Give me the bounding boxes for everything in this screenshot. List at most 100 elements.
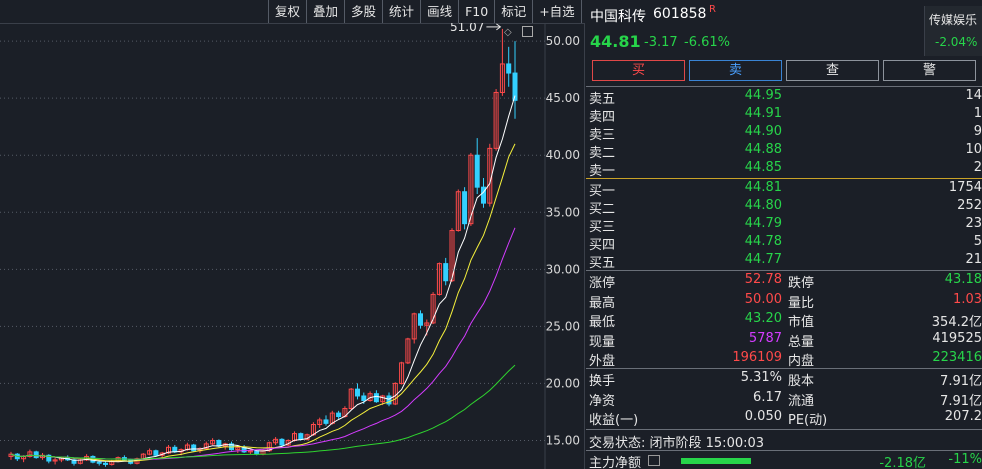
stat-value: 0.050	[744, 409, 782, 424]
level-volume: 2	[973, 160, 982, 175]
main-flow-label: 主力净额	[589, 456, 642, 469]
window-toggle-icon[interactable]	[522, 26, 533, 37]
y-tick-label: 20.00	[546, 376, 580, 390]
candle-body	[418, 313, 423, 326]
level-volume: 21	[965, 252, 982, 267]
candle-body	[279, 438, 285, 446]
candle-body	[298, 433, 304, 440]
stat-value: 5.31%	[740, 370, 782, 385]
stat-value: 5787	[748, 330, 782, 346]
y-tick-label: 40.00	[546, 148, 580, 162]
candle-body	[323, 419, 329, 424]
bid-row[interactable]: 买三 44.79 23	[586, 216, 982, 235]
ask-row[interactable]: 卖三 44.90 9	[586, 124, 982, 143]
stat-value: 43.18	[944, 272, 982, 287]
toolbar-button[interactable]: 复权	[268, 0, 306, 23]
level-label: 卖三	[589, 128, 616, 143]
level-price: 44.80	[744, 198, 782, 213]
stat-value: 207.2	[944, 409, 982, 424]
bid-row[interactable]: 买五 44.77 21	[586, 252, 982, 271]
ask-row[interactable]: 卖五 44.95 14	[586, 88, 982, 107]
stat-label: 流通	[788, 393, 815, 409]
stat-row: 涨停 52.78 跌停 43.18	[586, 272, 982, 291]
query-button[interactable]: 查	[786, 60, 879, 81]
level-price: 44.90	[744, 124, 782, 139]
stat-row: 换手 5.31% 股本 7.91亿	[586, 370, 982, 389]
margin-flag: R	[709, 4, 716, 15]
kline-chart[interactable]: 50.00 45.00 40.00 35.00 30.00 25.00 20.00 15.00…	[0, 0, 619, 469]
stat-label: 市值	[788, 315, 815, 330]
level-label: 卖一	[589, 164, 616, 179]
stat-label: 外盘	[589, 354, 616, 369]
candle-body	[96, 461, 102, 464]
divider	[586, 86, 982, 87]
y-tick-label: 25.00	[546, 319, 580, 333]
divider	[586, 429, 982, 430]
y-tick-label: 35.00	[546, 205, 580, 219]
toolbar-button[interactable]: 多股	[344, 0, 382, 23]
main-flow-pct: -11%	[948, 452, 982, 467]
level-price: 44.85	[744, 160, 782, 175]
ask-row[interactable]: 卖二 44.88 10	[586, 142, 982, 161]
y-tick-label: 30.00	[546, 262, 580, 276]
stat-value: 223416	[932, 350, 982, 365]
flow-chart-icon[interactable]	[648, 455, 660, 466]
sell-button[interactable]: 卖	[689, 60, 782, 81]
ma60-line	[10, 364, 516, 460]
candle-body	[336, 412, 342, 418]
toolbar-button[interactable]: F10	[458, 0, 494, 23]
stat-label: 最低	[589, 315, 616, 330]
stock-header: 中国科传 601858 R 44.81 -3.17 -6.61% 传媒娱乐 -2…	[586, 0, 982, 56]
kline-svg[interactable]: 50.00 45.00 40.00 35.00 30.00 25.00 20.00 15.00…	[0, 0, 585, 469]
toolbar-button[interactable]: 统计	[382, 0, 420, 23]
main-flow-value: -2.18亿	[879, 456, 926, 469]
stat-label: 涨停	[589, 276, 616, 291]
candle-body	[361, 395, 367, 402]
candle-body	[506, 63, 512, 74]
divider	[586, 270, 982, 271]
level-label: 买三	[589, 220, 616, 235]
main-net-flow[interactable]: 主力净额 -2.18亿 -11%	[586, 452, 982, 469]
level-price: 44.79	[744, 216, 782, 231]
stat-row: 净资 6.17 流通 7.91亿	[586, 390, 982, 409]
toolbar-button[interactable]: 叠加	[306, 0, 344, 23]
stat-value: 354.2亿	[931, 315, 982, 330]
alert-button[interactable]: 警	[883, 60, 976, 81]
y-tick-label: 45.00	[546, 91, 580, 105]
stat-label: 收益(一)	[589, 413, 639, 428]
trade-state: 交易状态: 闭市阶段 15:00:03	[589, 436, 765, 451]
quote-panel: 中国科传 601858 R 44.81 -3.17 -6.61% 传媒娱乐 -2…	[586, 0, 982, 469]
level-volume: 9	[973, 124, 982, 139]
level-volume: 1	[973, 106, 982, 121]
level-price: 44.88	[744, 142, 782, 157]
candle-body	[373, 393, 379, 403]
sector-name: 传媒娱乐	[929, 13, 978, 27]
stat-row: 最高 50.00 量比 1.03	[586, 292, 982, 311]
toolbar-button[interactable]: 标记	[494, 0, 532, 23]
toolbar-button[interactable]: 画线	[420, 0, 458, 23]
toolbar-button[interactable]: +自选	[532, 0, 580, 23]
diamond-icon[interactable]: ◇	[504, 27, 512, 38]
stock-name: 中国科传	[590, 9, 646, 25]
trade-buttons: 买 卖 查 警	[592, 60, 982, 82]
level-volume: 10	[965, 142, 982, 157]
level-label: 卖四	[589, 110, 616, 125]
level-label: 卖二	[589, 146, 616, 161]
sector-box[interactable]: 传媒娱乐 -2.04%	[924, 6, 982, 56]
bid-row[interactable]: 买四 44.78 5	[586, 234, 982, 253]
ask-row[interactable]: 卖四 44.91 1	[586, 106, 982, 125]
price-change: -3.17	[644, 35, 678, 50]
buy-button[interactable]: 买	[592, 60, 685, 81]
bid-row[interactable]: 买一 44.81 1754	[586, 180, 982, 199]
level-price: 44.77	[744, 252, 782, 267]
last-price: 44.81	[590, 32, 641, 51]
stat-row: 外盘 196109 内盘 223416	[586, 350, 982, 369]
level-price: 44.91	[744, 106, 782, 121]
bid-row[interactable]: 买二 44.80 252	[586, 198, 982, 217]
stat-label: 量比	[788, 295, 815, 311]
candle-body	[191, 444, 197, 452]
stat-label: 总量	[788, 334, 815, 350]
stat-label: 现量	[589, 334, 616, 350]
ask-row[interactable]: 卖一 44.85 2	[586, 160, 982, 179]
stat-label: 跌停	[788, 276, 815, 291]
